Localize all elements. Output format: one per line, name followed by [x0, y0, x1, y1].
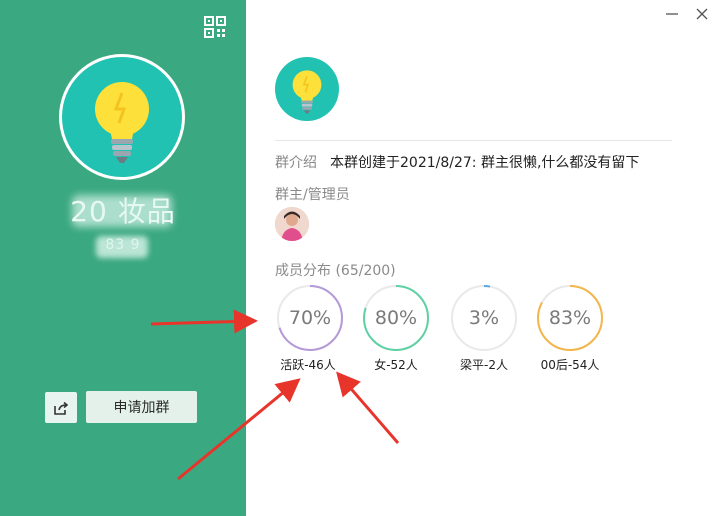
stat-percent: 70% — [288, 307, 332, 329]
group-avatar-small — [275, 57, 339, 121]
lightbulb-icon — [95, 82, 149, 163]
minimize-icon[interactable] — [664, 6, 680, 22]
member-distribution-label: 成员分布 (65/200) — [275, 263, 396, 279]
group-sidebar: 20 妆品 83 9 申请加群 — [0, 0, 246, 516]
share-button[interactable] — [45, 392, 77, 423]
stat-percent: 83% — [548, 307, 592, 329]
stat-ring-age: 83% — [536, 284, 604, 352]
admin-label: 群主/管理员 — [275, 187, 350, 203]
stat-ring-location: 3% — [450, 284, 518, 352]
stat-ring-female: 80% — [362, 284, 430, 352]
stat-percent: 80% — [374, 307, 418, 329]
stat-percent: 3% — [468, 307, 500, 329]
group-avatar[interactable] — [62, 57, 182, 177]
stat-label: 梁平-2人 — [460, 358, 508, 372]
intro-label: 群介绍 — [275, 155, 317, 171]
divider — [275, 140, 672, 141]
intro-text: 本群创建于2021/8/27: 群主很懒,什么都没有留下 — [330, 155, 640, 171]
stat-label: 00后-54人 — [540, 358, 600, 372]
annotation-arrow — [336, 371, 400, 444]
admin-avatar[interactable] — [275, 207, 309, 241]
stat-label: 活跃-46人 — [280, 358, 336, 372]
share-icon — [54, 401, 69, 415]
stat-ring-active: 70% — [276, 284, 344, 352]
lightbulb-icon — [292, 70, 322, 114]
redaction-blur — [96, 236, 148, 258]
close-icon[interactable] — [694, 6, 710, 22]
redaction-blur — [72, 195, 172, 227]
qr-code-icon[interactable] — [204, 16, 226, 38]
join-group-button[interactable]: 申请加群 — [86, 391, 197, 423]
stat-label: 女-52人 — [374, 358, 418, 372]
